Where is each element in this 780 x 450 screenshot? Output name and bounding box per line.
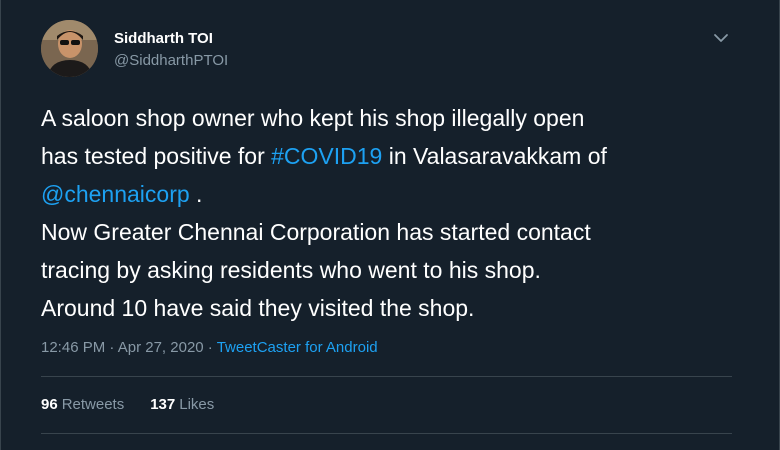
tweet-text-segment: has tested positive for <box>41 143 272 169</box>
tweet-stats: 96 Retweets 137 Likes <box>41 394 240 416</box>
tweet-date[interactable]: Apr 27, 2020 <box>118 339 204 356</box>
tweet-meta: 12:46 PM · Apr 27, 2020 · TweetCaster fo… <box>41 337 378 359</box>
retweets-count: 96 <box>41 396 58 413</box>
hashtag-link[interactable]: #COVID19 <box>271 143 382 169</box>
tweet-line: Around 10 have said they visited the sho… <box>41 295 475 321</box>
author-name[interactable]: Siddharth TOI <box>114 30 213 48</box>
likes-count: 137 <box>150 396 176 413</box>
tweet-line: tracing by asking residents who went to … <box>41 257 541 283</box>
tweet-text-segment: in Valasaravakkam of <box>382 143 607 169</box>
tweet-time[interactable]: 12:46 PM <box>41 339 105 356</box>
divider <box>41 376 732 377</box>
author-handle[interactable]: @SiddharthPTOI <box>114 52 228 70</box>
retweets-stat[interactable]: 96 Retweets <box>41 396 124 413</box>
tweet-source-link[interactable]: TweetCaster for Android <box>217 339 378 356</box>
meta-separator: · <box>203 339 217 356</box>
tweet-line: A saloon shop owner who kept his shop il… <box>41 105 585 131</box>
tweet-card: Siddharth TOI @SiddharthPTOI A saloon sh… <box>0 0 780 450</box>
chevron-down-icon[interactable] <box>708 25 734 51</box>
tweet-line: Now Greater Chennai Corporation has star… <box>41 219 591 245</box>
likes-label: Likes <box>179 396 215 413</box>
meta-separator: · <box>105 339 118 356</box>
tweet-text: A saloon shop owner who kept his shop il… <box>41 99 741 327</box>
divider <box>41 433 732 434</box>
retweets-label: Retweets <box>61 396 125 413</box>
tweet-line: has tested positive for #COVID19 in Vala… <box>41 137 741 175</box>
mention-link[interactable]: @chennaicorp <box>41 181 190 207</box>
avatar[interactable] <box>41 20 98 77</box>
likes-stat[interactable]: 137 Likes <box>150 396 214 413</box>
tweet-text-segment: . <box>189 181 203 207</box>
tweet-line: @chennaicorp . <box>41 175 741 213</box>
